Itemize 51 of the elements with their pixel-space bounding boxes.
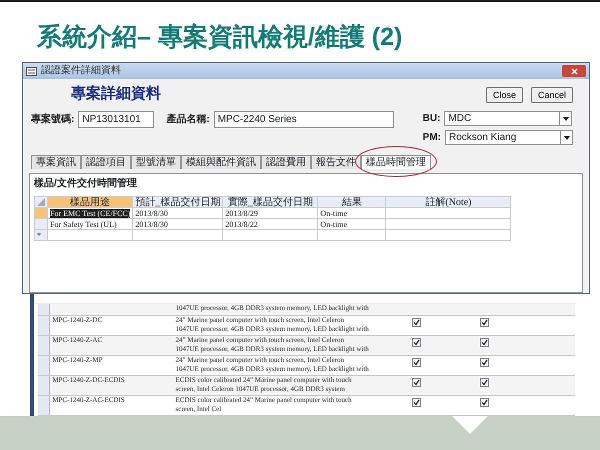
dropdown-arrow-icon: [562, 116, 569, 120]
window-title: 認證案件詳細資料: [41, 66, 121, 76]
column-header[interactable]: 實際_樣品交付日期: [222, 196, 318, 208]
column-header[interactable]: 樣品用途: [48, 196, 133, 208]
dropdown-field[interactable]: Rockson Kiang: [445, 130, 573, 145]
checkbox[interactable]: [480, 358, 490, 367]
table-cell: 2013/8/22: [225, 220, 258, 228]
tab[interactable]: 型號清單: [131, 155, 181, 169]
tab[interactable]: 樣品時間管理: [361, 155, 431, 169]
tab[interactable]: 報告文件: [311, 155, 361, 169]
tab[interactable]: 認證費用: [261, 155, 311, 169]
window-icon: [26, 66, 37, 76]
table-cell: 2013/8/30: [135, 208, 168, 218]
text-field[interactable]: MPC-2240 Series: [214, 111, 394, 128]
slide-title: 系統介紹– 專案資訊檢視/維護 (2): [37, 22, 404, 52]
table-cell: On-time: [320, 208, 348, 218]
checkbox[interactable]: [480, 338, 490, 347]
close-button[interactable]: [562, 65, 586, 77]
column-header[interactable]: 註解(Note): [386, 196, 511, 208]
table-cell: On-time: [320, 220, 348, 228]
dropdown-arrow-icon: [564, 136, 570, 140]
dialog-button[interactable]: Close: [486, 87, 523, 103]
tab[interactable]: 專案資訊: [31, 155, 81, 169]
close-icon: [570, 68, 578, 74]
tab[interactable]: 認證項目: [81, 155, 131, 169]
checkbox[interactable]: [480, 378, 490, 387]
field-label: 產品名稱:: [166, 112, 210, 127]
checkbox[interactable]: [412, 338, 422, 347]
field-label: 專案號碼:: [31, 112, 74, 127]
new-row-marker: *: [37, 230, 41, 240]
dropdown-field[interactable]: MDC: [444, 111, 572, 126]
column-header[interactable]: 結果: [318, 196, 386, 208]
table-cell: For EMC Test (CE/FCC): [50, 208, 130, 218]
checkbox[interactable]: [412, 398, 422, 407]
table-cell: For Safety Test (UL): [50, 220, 117, 228]
checkbox[interactable]: [412, 358, 422, 367]
row-selector-header: [34, 196, 48, 208]
tab[interactable]: 模組與配件資訊: [181, 155, 261, 169]
field-label: PM:: [422, 131, 441, 145]
text-field[interactable]: NP13013101: [78, 111, 154, 128]
field-label: BU:: [422, 112, 440, 126]
checkbox[interactable]: [480, 398, 490, 407]
table-cell: 2013/8/30: [135, 220, 168, 228]
dialog-button[interactable]: Cancel: [530, 87, 573, 103]
checkbox[interactable]: [480, 318, 490, 327]
panel-title: 樣品/文件交付時間管理: [34, 177, 138, 190]
column-header[interactable]: 預計_樣品交付日期: [132, 196, 223, 208]
form-heading: 專案詳細資料: [71, 85, 162, 103]
table-cell: 2013/8/29: [225, 208, 258, 218]
checkbox[interactable]: [412, 378, 422, 387]
checkbox[interactable]: [412, 318, 422, 327]
